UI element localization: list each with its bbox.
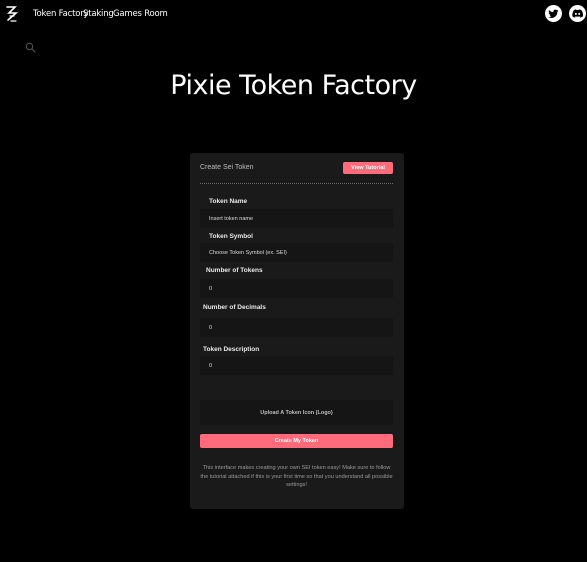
number-of-decimals-input[interactable]: [200, 318, 393, 337]
token-name-label: Token Name: [209, 198, 248, 205]
number-of-tokens-input[interactable]: [200, 279, 393, 298]
number-of-tokens-label: Number of Tokens: [206, 267, 263, 274]
token-symbol-label: Token Symbol: [209, 233, 253, 240]
view-tutorial-button[interactable]: View Tutorial: [343, 162, 393, 174]
nav-link-token-factory[interactable]: Token Factory: [33, 9, 89, 19]
token-name-input[interactable]: [200, 209, 393, 228]
number-of-decimals-label: Number of Decimals: [203, 304, 266, 311]
nav-link-staking[interactable]: Staking: [83, 9, 114, 19]
token-description-label: Token Description: [203, 346, 260, 353]
info-note: This interface makes creating your own S…: [200, 465, 393, 489]
pixie-logo-icon[interactable]: [5, 4, 19, 24]
divider: [200, 183, 393, 184]
token-description-input[interactable]: [200, 356, 393, 375]
create-token-card: Create Sei Token View Tutorial Token Nam…: [190, 153, 404, 509]
upload-token-icon-button[interactable]: Upload A Token Icon (Logo): [200, 400, 393, 425]
top-nav: Token Factory Staking Games Room: [0, 0, 587, 28]
search-icon[interactable]: [25, 40, 36, 53]
twitter-icon[interactable]: [545, 5, 562, 22]
nav-link-games-room[interactable]: Games Room: [113, 9, 168, 19]
page-title: Pixie Token Factory: [170, 70, 417, 101]
create-my-token-button[interactable]: Create My Token: [200, 434, 393, 448]
discord-icon[interactable]: [569, 5, 586, 22]
card-heading: Create Sei Token: [200, 164, 254, 171]
token-symbol-input[interactable]: [200, 243, 393, 262]
